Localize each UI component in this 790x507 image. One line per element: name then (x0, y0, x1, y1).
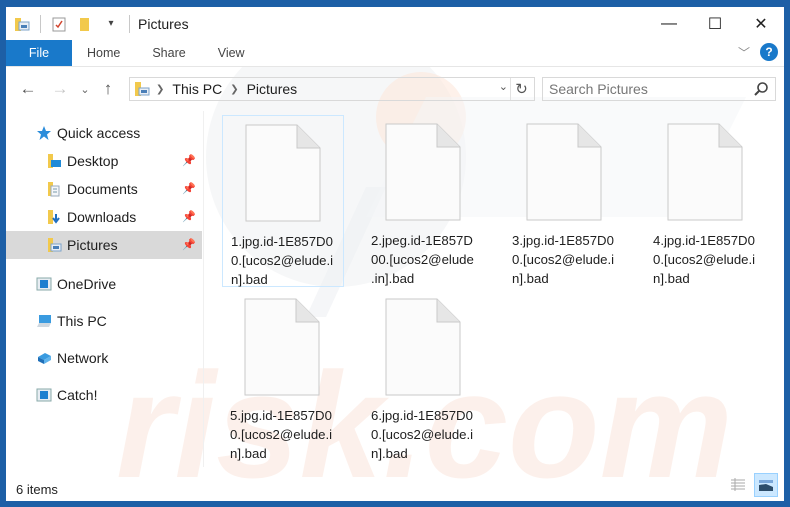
file-list: 1.jpg.id-1E857D0 0.[ucos2@elude.i n].bad 2… (203, 111, 784, 467)
close-button[interactable]: ✕ (738, 7, 784, 40)
file-item[interactable]: 3.jpg.id-1E857D0 0.[ucos2@elude.i n].bad (504, 115, 626, 287)
sidebar-item-onedrive[interactable]: OneDrive (6, 265, 202, 302)
file-name: 4.jpg.id-1E857D0 0.[ucos2@elude.i n].bad (653, 233, 756, 286)
forward-button[interactable]: → (48, 77, 72, 101)
tab-view[interactable]: View (202, 40, 261, 66)
explorer-window: risk.com ▾ Pictures — ☐ ✕ File Home Shar… (6, 7, 784, 501)
divider (129, 14, 130, 33)
details-view-icon (731, 478, 745, 491)
sidebar-item-catch[interactable]: Catch! (6, 376, 202, 413)
item-count: 6 items (16, 481, 58, 497)
blank-file-icon (385, 123, 461, 221)
recent-locations-button[interactable]: ⌄ (76, 77, 94, 101)
sidebar-item-label: Quick access (57, 125, 141, 141)
large-icons-view-icon (759, 480, 773, 491)
maximize-button[interactable]: ☐ (692, 7, 738, 40)
pin-icon[interactable]: 📌 (182, 154, 196, 167)
this-pc-icon (36, 313, 52, 329)
minimize-button[interactable]: — (646, 7, 692, 40)
tab-home[interactable]: Home (72, 40, 136, 66)
blank-file-icon (244, 298, 320, 396)
file-name: 3.jpg.id-1E857D0 0.[ucos2@elude.i n].bad (512, 233, 615, 286)
properties-icon[interactable] (49, 14, 69, 34)
pin-icon[interactable]: 📌 (182, 182, 196, 195)
blank-file-icon (526, 123, 602, 221)
window-title: Pictures (138, 15, 189, 32)
catch-icon (36, 387, 52, 403)
file-name: 6.jpg.id-1E857D0 0.[ucos2@elude.i n].bad (371, 408, 474, 461)
downloads-folder-icon (46, 209, 62, 225)
back-button[interactable]: ← (16, 77, 40, 101)
onedrive-icon (36, 276, 52, 292)
sidebar-item-label: Documents (67, 181, 138, 197)
help-button[interactable]: ? (760, 43, 778, 61)
tab-file[interactable]: File (6, 40, 72, 66)
sidebar-item-label: Downloads (67, 209, 137, 225)
sidebar-item-desktop[interactable]: Desktop 📌 (6, 147, 202, 175)
search-box[interactable] (542, 77, 776, 101)
refresh-button[interactable]: ↻ (510, 78, 532, 100)
search-input[interactable] (549, 81, 739, 97)
address-dropdown-icon[interactable]: ⌄ (499, 80, 508, 93)
navigation-bar: ← → ⌄ ↑ ❯ This PC ❯ Pictures ⌄ ↻ (6, 74, 784, 104)
breadcrumb-this-pc[interactable]: This PC (172, 81, 222, 97)
file-item[interactable]: 6.jpg.id-1E857D0 0.[ucos2@elude.i n].bad (363, 290, 485, 462)
sidebar-item-label: This PC (57, 312, 107, 329)
search-icon[interactable] (753, 81, 769, 100)
pin-icon[interactable]: 📌 (182, 210, 196, 223)
folder-icon[interactable] (12, 14, 32, 34)
sidebar-item-documents[interactable]: Documents 📌 (6, 175, 202, 203)
file-item[interactable]: 2.jpeg.id-1E857D 00.[ucos2@elude .in].bad (363, 115, 485, 287)
file-name: 1.jpg.id-1E857D0 0.[ucos2@elude.i n].bad (231, 234, 334, 287)
tab-share[interactable]: Share (136, 40, 201, 66)
breadcrumb-chevron-icon[interactable]: ❯ (230, 84, 238, 95)
file-name: 5.jpg.id-1E857D0 0.[ucos2@elude.i n].bad (230, 408, 333, 461)
window-controls: — ☐ ✕ (646, 7, 784, 40)
sidebar-item-quick-access[interactable]: Quick access (6, 119, 202, 147)
details-view-button[interactable] (726, 473, 750, 497)
divider (40, 14, 41, 33)
sidebar-item-this-pc[interactable]: This PC (6, 302, 202, 339)
desktop-folder-icon (46, 153, 62, 169)
sidebar-item-label: Network (57, 349, 109, 366)
sidebar-item-label: Pictures (67, 237, 118, 253)
file-item[interactable]: 5.jpg.id-1E857D0 0.[ucos2@elude.i n].bad (222, 290, 344, 462)
file-item[interactable]: 4.jpg.id-1E857D0 0.[ucos2@elude.i n].bad (645, 115, 767, 287)
sidebar-item-label: Catch! (57, 386, 98, 403)
blank-file-icon (667, 123, 743, 221)
file-item[interactable]: 1.jpg.id-1E857D0 0.[ucos2@elude.i n].bad (222, 115, 344, 287)
file-name: 2.jpeg.id-1E857D 00.[ucos2@elude .in].bad (371, 233, 474, 286)
blank-file-icon (385, 298, 461, 396)
sidebar-item-label: OneDrive (57, 275, 117, 292)
new-folder-icon[interactable] (75, 14, 95, 34)
view-switcher (726, 473, 778, 497)
pin-icon[interactable]: 📌 (182, 238, 196, 251)
expand-ribbon-chevron-icon[interactable]: ﹀ (738, 44, 750, 61)
documents-folder-icon (46, 181, 62, 197)
title-bar: ▾ Pictures — ☐ ✕ (6, 7, 784, 40)
pictures-folder-icon (46, 237, 62, 253)
network-icon (36, 350, 52, 366)
star-icon (36, 125, 52, 141)
status-bar: 6 items (6, 473, 784, 501)
ribbon-tabs: File Home Share View ﹀ ? (6, 40, 784, 67)
customize-toolbar-dropdown-icon[interactable]: ▾ (101, 14, 121, 34)
large-icons-view-button[interactable] (754, 473, 778, 497)
navigation-pane: Quick access Desktop 📌 Documents 📌 Downl… (6, 119, 202, 459)
sidebar-item-pictures[interactable]: Pictures 📌 (6, 231, 202, 259)
sidebar-item-downloads[interactable]: Downloads 📌 (6, 203, 202, 231)
blank-file-icon (245, 124, 321, 222)
up-button[interactable]: ↑ (96, 77, 120, 101)
sidebar-item-network[interactable]: Network (6, 339, 202, 376)
breadcrumb-pictures[interactable]: Pictures (247, 81, 298, 97)
address-bar[interactable]: ❯ This PC ❯ Pictures ⌄ ↻ (129, 77, 535, 101)
breadcrumb-chevron-icon[interactable]: ❯ (156, 84, 164, 95)
pictures-location-icon (134, 81, 150, 97)
sidebar-item-label: Desktop (67, 153, 119, 169)
